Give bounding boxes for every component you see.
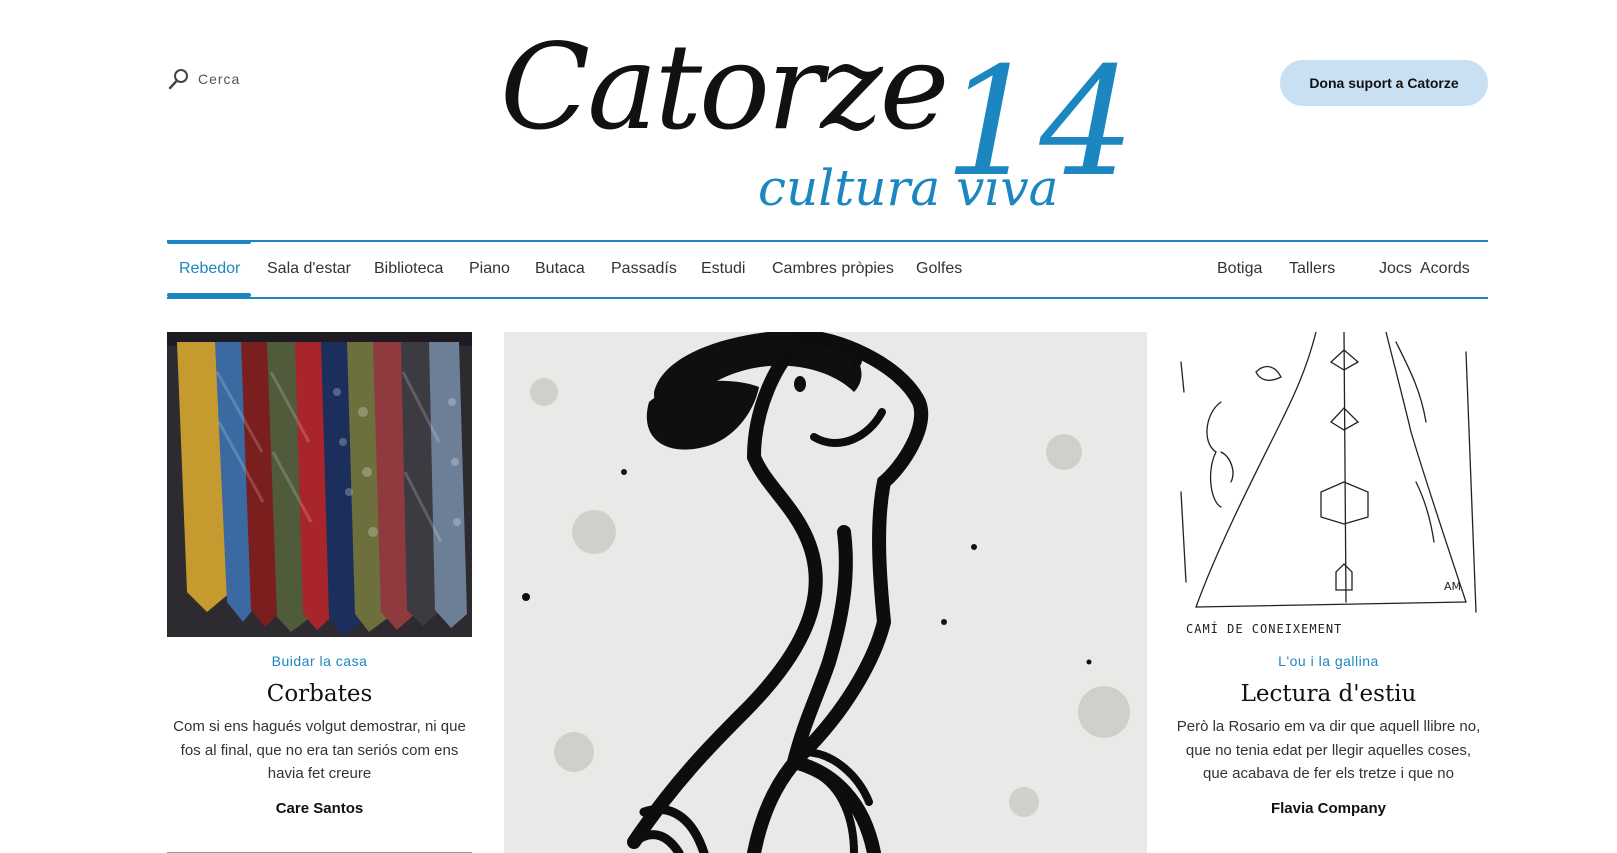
logo-word: Catorze [500, 18, 950, 156]
search-icon [168, 69, 188, 90]
article-kicker[interactable]: L'ou i la gallina [1176, 653, 1481, 669]
neckties-photo[interactable] [167, 332, 472, 637]
logo-tagline: cultura viva [758, 159, 1059, 217]
nav-item-botiga[interactable]: Botiga [1217, 260, 1262, 278]
search-link[interactable]: Cerca [168, 68, 240, 90]
nav-item-jocs[interactable]: Jocs [1379, 260, 1412, 278]
nav-item-estudi[interactable]: Estudi [701, 260, 745, 278]
nav-item-piano[interactable]: Piano [469, 260, 510, 278]
nav-item-acords[interactable]: Acords [1420, 260, 1470, 278]
nav-item-biblioteca[interactable]: Biblioteca [374, 260, 443, 278]
feature-image-etching[interactable] [504, 332, 1147, 853]
search-label: Cerca [198, 71, 241, 87]
nav-active-bar-top [167, 240, 251, 244]
main-nav: Rebedor Sala d'estar Biblioteca Piano Bu… [167, 250, 1488, 290]
site-logo[interactable]: Catorze 14 cultura viva [500, 28, 1160, 218]
sketch-path-drawing[interactable]: CAMÍ DE CONEIXEMENT AM [1176, 332, 1481, 637]
article-excerpt: Com si ens hagués volgut demostrar, ni q… [173, 718, 466, 782]
nav-item-sala-destar[interactable]: Sala d'estar [267, 260, 351, 278]
nav-item-butaca[interactable]: Butaca [535, 260, 585, 278]
nav-item-cambres-propies[interactable]: Cambres pròpies [772, 260, 894, 278]
nav-item-passadis[interactable]: Passadís [611, 260, 677, 278]
nav-item-rebedor[interactable]: Rebedor [179, 260, 240, 278]
article-author[interactable]: Care Santos [167, 800, 472, 817]
nav-item-golfes[interactable]: Golfes [916, 260, 962, 278]
article-title[interactable]: Corbates [167, 681, 472, 707]
nav-bottom-rule [167, 297, 1488, 299]
sketch-caption: CAMÍ DE CONEIXEMENT [1186, 621, 1342, 636]
article-kicker[interactable]: Buidar la casa [167, 653, 472, 669]
article-card-right: CAMÍ DE CONEIXEMENT AM L'ou i la gallina… [1176, 332, 1481, 817]
support-button[interactable]: Dona suport a Catorze [1280, 60, 1488, 106]
sketch-signature: AM [1444, 580, 1461, 593]
nav-item-tallers[interactable]: Tallers [1289, 260, 1335, 278]
article-title[interactable]: Lectura d'estiu [1176, 681, 1481, 707]
article-author[interactable]: Flavia Company [1176, 800, 1481, 817]
article-card-left: Buidar la casa Corbates Com si ens hagué… [167, 332, 472, 817]
nav-top-rule [167, 240, 1488, 242]
article-excerpt: Però la Rosario em va dir que aquell lli… [1176, 718, 1481, 782]
